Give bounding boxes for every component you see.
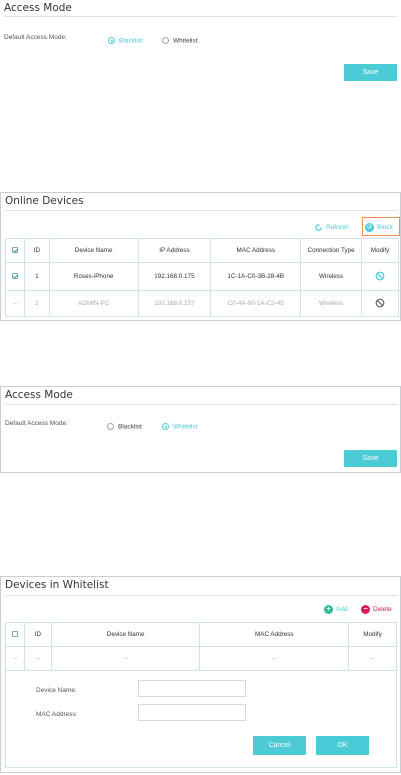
radio-whitelist[interactable]: Whitelist <box>162 418 198 436</box>
radio-unchecked-icon <box>107 423 114 431</box>
block-device-button[interactable] <box>361 290 399 317</box>
block-button[interactable]: ⊘ Block <box>365 223 393 232</box>
block-icon <box>375 298 385 307</box>
radio-whitelist-label: Whitelist <box>173 423 198 431</box>
default-access-mode-label: Default Access Mode: <box>5 420 68 427</box>
column-header-mac-address: MAC Address <box>199 622 350 647</box>
save-button[interactable]: Save <box>344 450 397 467</box>
cell-device-name: Roses-iPhone <box>48 262 139 291</box>
add-icon: + <box>324 605 333 614</box>
block-icon: ⊘ <box>365 223 374 232</box>
add-button[interactable]: + Add <box>324 605 348 614</box>
radio-checked-icon <box>108 37 115 45</box>
placeholder-cell: -- <box>50 646 201 671</box>
cell-id: 2 <box>23 290 50 317</box>
access-mode-section-whitelist: Access Mode Default Access Mode: Blackli… <box>0 386 401 473</box>
radio-blacklist[interactable]: Blacklist <box>107 418 142 436</box>
column-header-device-name: Device Name <box>50 622 201 647</box>
block-label: Block <box>377 224 393 231</box>
block-device-button[interactable] <box>361 262 399 291</box>
cell-ip-address: 192.168.0.157 <box>137 290 212 317</box>
mac-address-label: MAC Address: <box>36 711 78 718</box>
row-checkbox-disabled: -- <box>5 290 25 317</box>
column-header-connection-type: Connection Type <box>300 238 363 263</box>
online-devices-panel: Online Devices Refresh ⊘ Block ID Device… <box>0 192 401 321</box>
device-name-label: Device Name: <box>36 687 77 694</box>
block-button-highlight[interactable]: ⊘ Block <box>362 217 400 236</box>
column-header-device-name: Device Name <box>48 238 139 263</box>
online-devices-table: ID Device Name IP Address MAC Address Co… <box>5 238 399 317</box>
device-name-input[interactable] <box>138 680 246 697</box>
select-all-cell[interactable] <box>5 622 25 647</box>
placeholder-cell: -- <box>348 646 397 671</box>
radio-whitelist[interactable]: Whitelist <box>162 32 198 50</box>
cell-connection-type: Wireless <box>300 290 363 317</box>
delete-icon: − <box>361 605 370 614</box>
divider <box>4 16 397 17</box>
section-title: Access Mode <box>5 389 73 401</box>
radio-unchecked-icon <box>162 37 169 45</box>
save-button[interactable]: Save <box>344 64 397 81</box>
refresh-label: Refresh <box>326 224 349 231</box>
cell-id: 1 <box>23 262 50 291</box>
placeholder-cell: -- <box>5 646 25 671</box>
whitelist-devices-panel: Devices in Whitelist + Add − Delete ID D… <box>0 576 401 773</box>
checkbox-checked-icon <box>11 272 18 279</box>
placeholder-cell: -- <box>23 646 52 671</box>
refresh-icon <box>315 223 322 231</box>
whitelist-table: ID Device Name MAC Address Modify -- -- … <box>5 622 397 671</box>
table-row[interactable]: -- 2 ADMIN-PC 192.168.0.157 C0-4A-00-1A-… <box>5 290 399 317</box>
delete-label: Delete <box>373 606 392 613</box>
checkbox-unchecked-icon <box>11 630 18 637</box>
column-header-id: ID <box>23 622 52 647</box>
section-title: Online Devices <box>5 195 84 207</box>
ok-button[interactable]: OK <box>316 736 369 755</box>
divider <box>5 210 397 211</box>
divider <box>5 595 397 596</box>
column-header-ip-address: IP Address <box>137 238 212 263</box>
radio-whitelist-label: Whitelist <box>173 37 198 45</box>
mac-address-input[interactable] <box>138 704 246 721</box>
add-label: Add <box>336 606 348 613</box>
column-header-id: ID <box>23 238 50 263</box>
radio-blacklist-label: Blacklist <box>119 37 143 45</box>
section-title: Devices in Whitelist <box>5 579 109 591</box>
radio-blacklist-label: Blacklist <box>118 423 142 431</box>
cell-mac-address: 1C-1A-C0-3B-28-4B <box>210 262 302 291</box>
column-header-modify: Modify <box>361 238 399 263</box>
access-mode-section-blacklist: Access Mode Default Access Mode: Blackli… <box>0 0 401 95</box>
radio-blacklist[interactable]: Blacklist <box>108 32 143 50</box>
cell-connection-type: Wireless <box>300 262 363 291</box>
block-icon <box>375 271 385 280</box>
section-title: Access Mode <box>4 2 72 14</box>
table-header-row: ID Device Name MAC Address Modify <box>5 622 397 647</box>
placeholder-cell: -- <box>199 646 350 671</box>
cancel-button[interactable]: Cancel <box>253 736 306 755</box>
table-row[interactable]: 1 Roses-iPhone 192.168.0.175 1C-1A-C0-3B… <box>5 262 399 291</box>
divider <box>5 404 397 405</box>
cell-mac-address: C0-4A-00-1A-C3-45 <box>210 290 302 317</box>
column-header-modify: Modify <box>348 622 397 647</box>
cell-ip-address: 192.168.0.175 <box>137 262 212 291</box>
refresh-button[interactable]: Refresh <box>314 223 349 232</box>
default-access-mode-label: Default Access Mode: <box>4 34 67 41</box>
row-checkbox[interactable] <box>5 262 25 291</box>
add-device-form: Device Name: MAC Address: Cancel OK <box>5 670 397 768</box>
table-row-placeholder: -- -- -- -- -- <box>5 646 397 671</box>
select-all-cell[interactable] <box>5 238 25 263</box>
checkbox-checked-icon <box>11 246 18 253</box>
radio-checked-icon <box>162 423 169 431</box>
table-header-row: ID Device Name IP Address MAC Address Co… <box>5 238 399 263</box>
cell-device-name: ADMIN-PC <box>48 290 139 317</box>
delete-button[interactable]: − Delete <box>361 605 392 614</box>
column-header-mac-address: MAC Address <box>210 238 302 263</box>
